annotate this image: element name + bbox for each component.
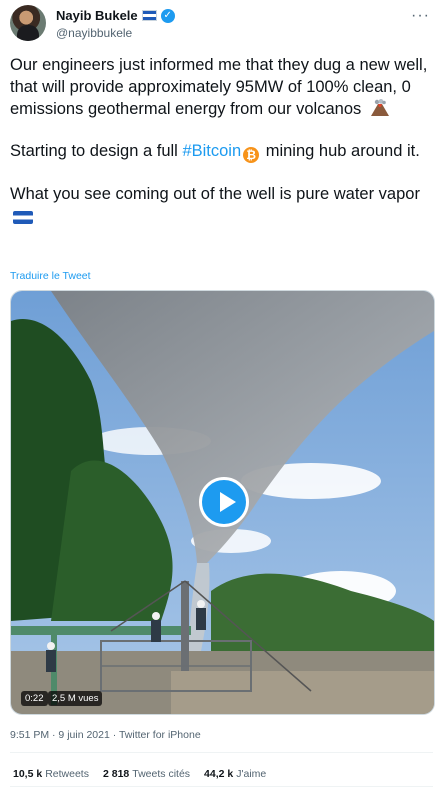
- retweets-label: Retweets: [45, 768, 89, 780]
- translate-tweet-link[interactable]: Traduire le Tweet: [10, 270, 91, 282]
- el-salvador-flag-emoji-icon: [13, 211, 33, 224]
- likes-count: 44,2 k: [204, 768, 234, 780]
- author-name-row[interactable]: Nayib Bukele ✓: [56, 8, 175, 23]
- tweet-paragraph-3-text: What you see coming out of the well is p…: [10, 185, 420, 203]
- tweet-paragraph-1-text: Our engineers just informed me that they…: [10, 56, 428, 118]
- bitcoin-emoji-icon: ₿: [243, 147, 260, 163]
- tweet-paragraph-1: Our engineers just informed me that they…: [10, 54, 430, 120]
- tweet-timestamp[interactable]: 9:51 PM · 9 juin 2021 · Twitter for iPho…: [10, 729, 201, 741]
- retweets-stat[interactable]: 10,5 k Retweets: [13, 768, 89, 780]
- quotes-label: Tweets cités: [132, 768, 191, 780]
- tweet-paragraph-2-tail: mining hub around it.: [261, 142, 420, 160]
- video-time-badge: 0:22: [21, 691, 48, 706]
- video-player[interactable]: 0:22 2,5 M vues: [10, 290, 435, 715]
- tweet-paragraph-2-text: Starting to design a full: [10, 142, 183, 160]
- video-views-badge: 2,5 M vues: [48, 691, 103, 706]
- verified-badge-icon: ✓: [160, 8, 175, 23]
- more-options-icon[interactable]: ···: [411, 7, 430, 25]
- divider: [10, 752, 433, 753]
- tweet-paragraph-3: What you see coming out of the well is p…: [10, 183, 430, 227]
- likes-stat[interactable]: 44,2 k J'aime: [204, 768, 266, 780]
- tweet-stats: 10,5 k Retweets 2 818 Tweets cités 44,2 kJ…: [13, 768, 266, 780]
- author-handle[interactable]: @nayibbukele: [56, 26, 132, 40]
- quotes-count: 2 818: [102, 768, 130, 780]
- quotes-stat[interactable]: 2 818 Tweets cités: [103, 768, 190, 780]
- tweet-header: Nayib Bukele ✓ @nayibbukele ···: [10, 5, 430, 43]
- likes-label: J'aime: [236, 768, 267, 780]
- avatar[interactable]: [10, 5, 46, 41]
- tweet-text: Our engineers just informed me that they…: [10, 54, 430, 227]
- volcano-emoji-icon: [370, 99, 389, 116]
- hashtag-bitcoin[interactable]: #Bitcoin: [182, 142, 241, 160]
- tweet-paragraph-2: Starting to design a full #Bitcoin ₿ mini…: [10, 140, 430, 163]
- play-icon[interactable]: [199, 477, 249, 527]
- retweets-count: 10,5 k: [13, 768, 43, 780]
- author-name[interactable]: Nayib Bukele: [56, 8, 138, 23]
- el-salvador-flag-icon: [141, 10, 157, 21]
